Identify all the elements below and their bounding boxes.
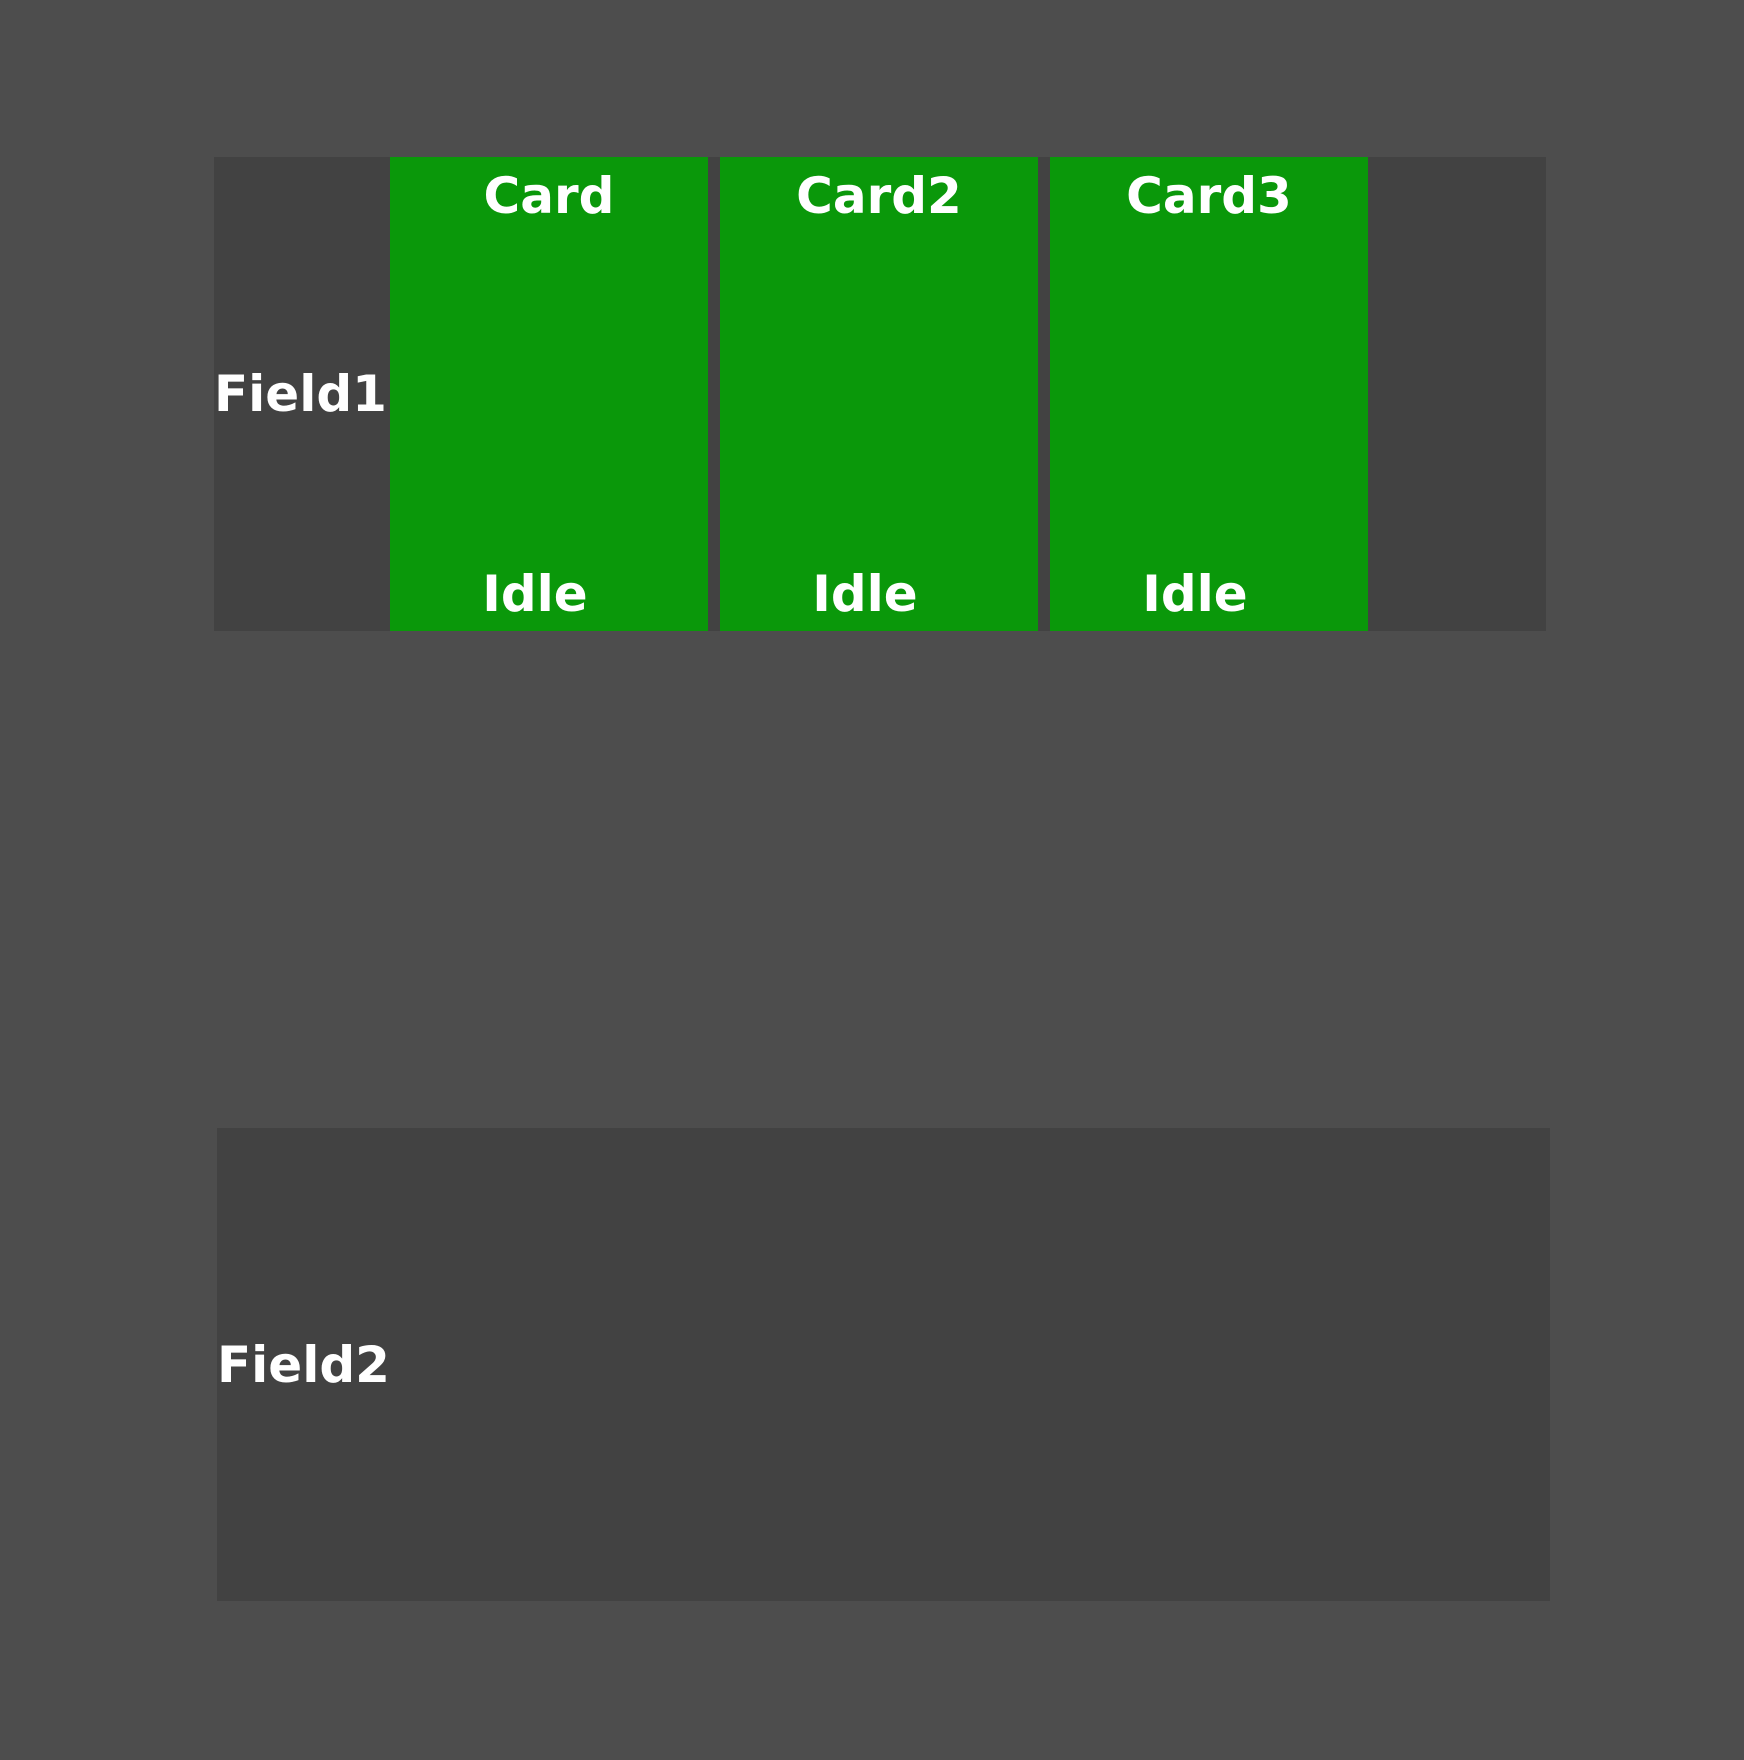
card-1[interactable]: Card Idle [390, 157, 708, 631]
card-1-title: Card [483, 167, 615, 225]
card-2-title: Card2 [796, 167, 962, 225]
field-2-label: Field2 [217, 1335, 390, 1394]
card-2-status: Idle [812, 565, 918, 623]
field-2[interactable]: Field2 [217, 1128, 1550, 1601]
card-3-title: Card3 [1126, 167, 1292, 225]
card-3[interactable]: Card3 Idle [1050, 157, 1368, 631]
card-1-status: Idle [482, 565, 588, 623]
field-1[interactable]: Field1 Card Idle Card2 Idle Card3 Idle [214, 157, 1546, 631]
card-3-status: Idle [1142, 565, 1248, 623]
field-1-label: Field1 [214, 365, 387, 423]
card-2[interactable]: Card2 Idle [720, 157, 1038, 631]
